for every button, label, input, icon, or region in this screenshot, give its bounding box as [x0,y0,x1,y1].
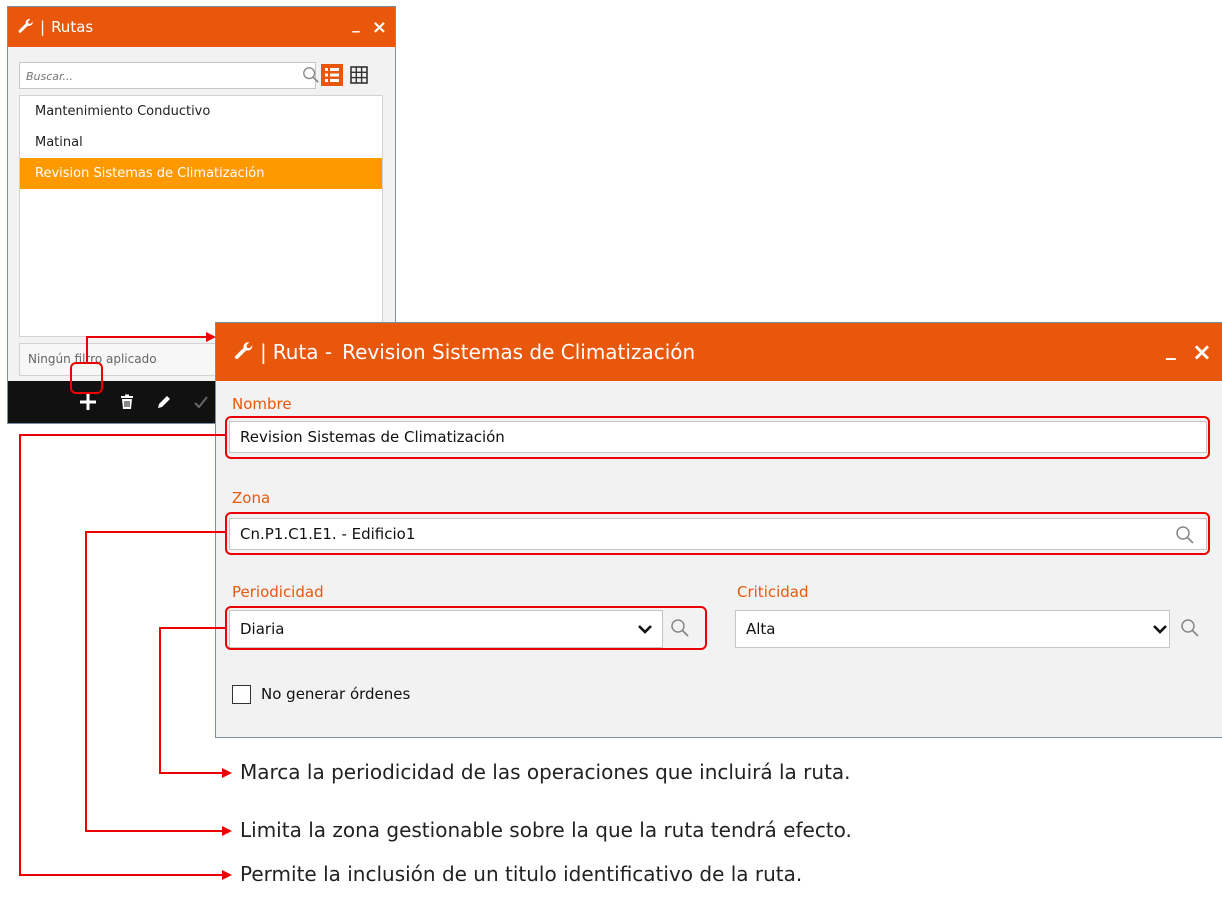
zona-connector [85,531,232,836]
nombre-connector [19,434,232,880]
annotation-zona: Limita la zona gestionable sobre la que … [240,818,852,842]
annotation-nombre: Permite la inclusión de un titulo identi… [240,862,803,886]
add-to-window-connector [86,332,216,364]
annotation-periodicidad: Marca la periodicidad de las operaciones… [240,760,851,784]
periodicidad-connector [159,627,232,778]
